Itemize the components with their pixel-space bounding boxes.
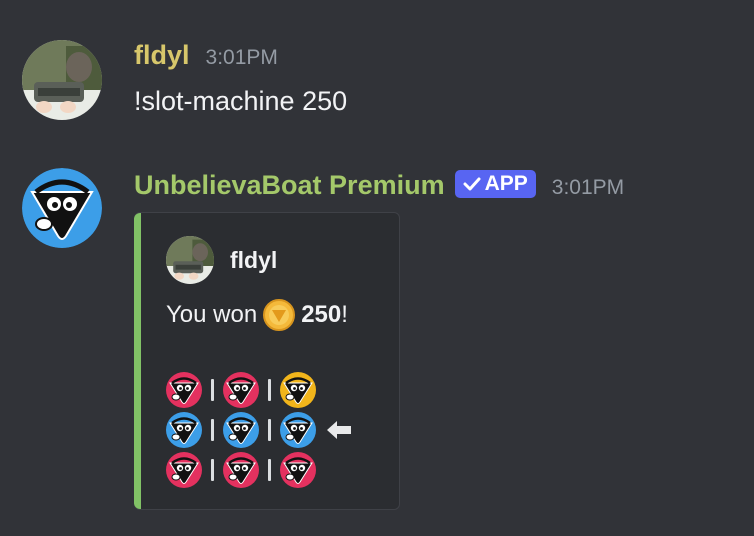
timestamp[interactable]: 3:01PM <box>206 46 278 70</box>
slot-blue-icon <box>280 412 316 448</box>
slot-pink-icon <box>166 372 202 408</box>
slot-pink-icon <box>223 452 259 488</box>
bot-avatar[interactable] <box>22 168 102 248</box>
slot-yellow-icon <box>280 372 316 408</box>
unbelievaboat-avatar-icon <box>22 168 102 248</box>
win-prefix: You won <box>166 301 258 328</box>
message-header: fldyl 3:01PM <box>134 40 278 71</box>
timestamp[interactable]: 3:01PM <box>552 176 624 200</box>
user-photo-avatar-icon <box>166 236 214 284</box>
win-suffix: ! <box>341 301 348 328</box>
slot-pink-icon <box>223 372 259 408</box>
embed-author: fldyl <box>166 236 277 284</box>
username[interactable]: fldyl <box>134 40 190 71</box>
slot-separator <box>211 459 214 481</box>
embed-accent-bar <box>134 213 141 509</box>
left-arrow-icon <box>327 421 351 439</box>
slot-separator <box>211 379 214 401</box>
app-tag-label: APP <box>484 171 528 195</box>
checkmark-icon <box>463 177 481 190</box>
slot-separator <box>268 419 271 441</box>
username[interactable]: UnbelievaBoat Premium <box>134 170 445 201</box>
slot-separator <box>211 419 214 441</box>
slot-row <box>166 410 352 450</box>
slot-grid <box>166 370 352 490</box>
win-amount: 250 <box>301 301 342 328</box>
user-avatar[interactable] <box>22 40 102 120</box>
slot-separator <box>268 379 271 401</box>
slot-pink-icon <box>166 452 202 488</box>
slot-blue-icon <box>223 412 259 448</box>
coin-icon <box>263 299 296 331</box>
message-content: !slot-machine 250 <box>134 86 348 116</box>
embed-author-avatar <box>166 236 214 284</box>
win-text: You won 250 ! <box>166 299 348 331</box>
app-tag: APP <box>454 169 536 198</box>
slot-separator <box>268 459 271 481</box>
user-photo-avatar-icon <box>22 40 102 120</box>
embed: fldyl You won 250 ! <box>134 212 400 510</box>
message-header: UnbelievaBoat Premium APP 3:01PM <box>134 169 624 201</box>
slot-pink-icon <box>280 452 316 488</box>
slot-row <box>166 370 352 410</box>
slot-blue-icon <box>166 412 202 448</box>
embed-author-name: fldyl <box>230 246 278 273</box>
slot-row <box>166 450 352 490</box>
